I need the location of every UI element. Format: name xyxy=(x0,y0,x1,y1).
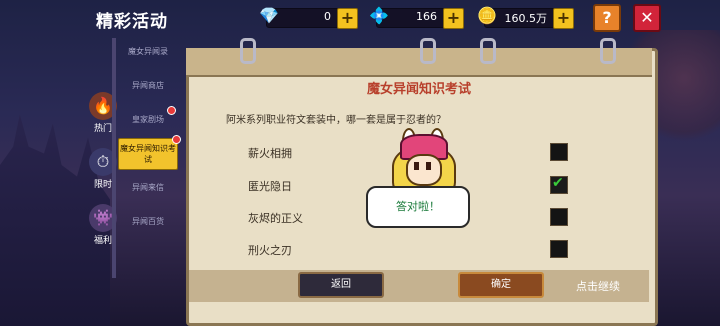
binder-ring xyxy=(240,38,256,64)
gold-counter: 🪙 160.5万 + xyxy=(477,6,574,29)
subitem-shop[interactable]: 异闻商店 xyxy=(118,80,178,91)
notification-dot xyxy=(167,106,176,115)
quiz-title: 魔女异闻知识考试 xyxy=(366,82,471,97)
mascot-character xyxy=(384,128,460,198)
subitem-theater[interactable]: 皇家剧场 xyxy=(118,106,178,125)
subitem-quiz[interactable]: 魔女异闻知识考试 xyxy=(118,135,181,170)
category-hot-label: 热门 xyxy=(93,124,112,134)
nav-divider xyxy=(112,38,116,278)
category-hot[interactable]: 🔥 热门 xyxy=(84,92,122,134)
subitem-theater-label: 皇家剧场 xyxy=(132,115,164,124)
gold-value: 160.5万 xyxy=(504,12,548,25)
add-blue-gem-button[interactable]: + xyxy=(443,8,464,29)
gold-coin-icon: 🪙 xyxy=(477,6,497,25)
confirm-button[interactable]: 确定 xyxy=(458,272,544,298)
binder-ring xyxy=(480,38,496,64)
blue-gem-icon: 💠 xyxy=(369,6,389,25)
back-button[interactable]: 返回 xyxy=(298,272,384,298)
mascot-eye xyxy=(426,162,431,170)
option-2-label: 匿光隐日 xyxy=(248,180,292,193)
mascot-eye xyxy=(414,162,419,170)
blue-gem-counter: 💠 166 + xyxy=(369,6,464,29)
subitem-quiz-label: 魔女异闻知识考试 xyxy=(120,144,176,164)
option-1-label: 薪火相拥 xyxy=(248,147,292,160)
add-pink-gem-button[interactable]: + xyxy=(337,8,358,29)
option-1-checkbox[interactable] xyxy=(550,143,568,161)
pink-gem-counter: 💎 0 + xyxy=(259,6,358,29)
close-button[interactable]: ✕ xyxy=(633,4,661,32)
subitem-store[interactable]: 异闻百货 xyxy=(118,216,178,227)
notification-dot xyxy=(172,135,181,144)
add-gold-button[interactable]: + xyxy=(553,8,574,29)
subitem-witch-record[interactable]: 魔女异闻录 xyxy=(118,46,178,57)
top-bar: 精彩活动 💎 0 + 💠 166 + 🪙 160.5万 + ? ✕ xyxy=(0,0,720,34)
option-2-checkbox[interactable] xyxy=(550,175,568,194)
option-4-checkbox[interactable] xyxy=(550,240,568,258)
option-4-label: 刑火之刃 xyxy=(248,244,292,257)
option-3-label: 灰烬的正义 xyxy=(248,212,303,225)
tap-to-continue[interactable]: 点击继续 xyxy=(576,278,620,294)
category-welfare-label: 福利 xyxy=(93,236,112,246)
binder-ring xyxy=(420,38,436,64)
page-title: 精彩活动 xyxy=(96,12,168,32)
binder-ring xyxy=(600,38,616,64)
option-3-checkbox[interactable] xyxy=(550,208,568,226)
feedback-bubble: 答对啦！ xyxy=(366,186,470,228)
category-limited[interactable]: ⏱ 限时 xyxy=(84,148,122,190)
category-welfare[interactable]: 👾 福利 xyxy=(84,204,122,246)
help-button[interactable]: ? xyxy=(593,4,621,32)
mascot-face xyxy=(406,154,442,186)
subitem-letters[interactable]: 异闻来信 xyxy=(118,182,178,193)
quiz-question: 阿米系列职业符文套装中，哪一套是属于忍者的？ xyxy=(226,115,446,126)
pink-gem-icon: 💎 xyxy=(259,6,279,25)
blue-gem-value: 166 xyxy=(416,10,437,23)
category-limited-label: 限时 xyxy=(93,180,112,190)
pink-gem-value: 0 xyxy=(324,10,331,23)
